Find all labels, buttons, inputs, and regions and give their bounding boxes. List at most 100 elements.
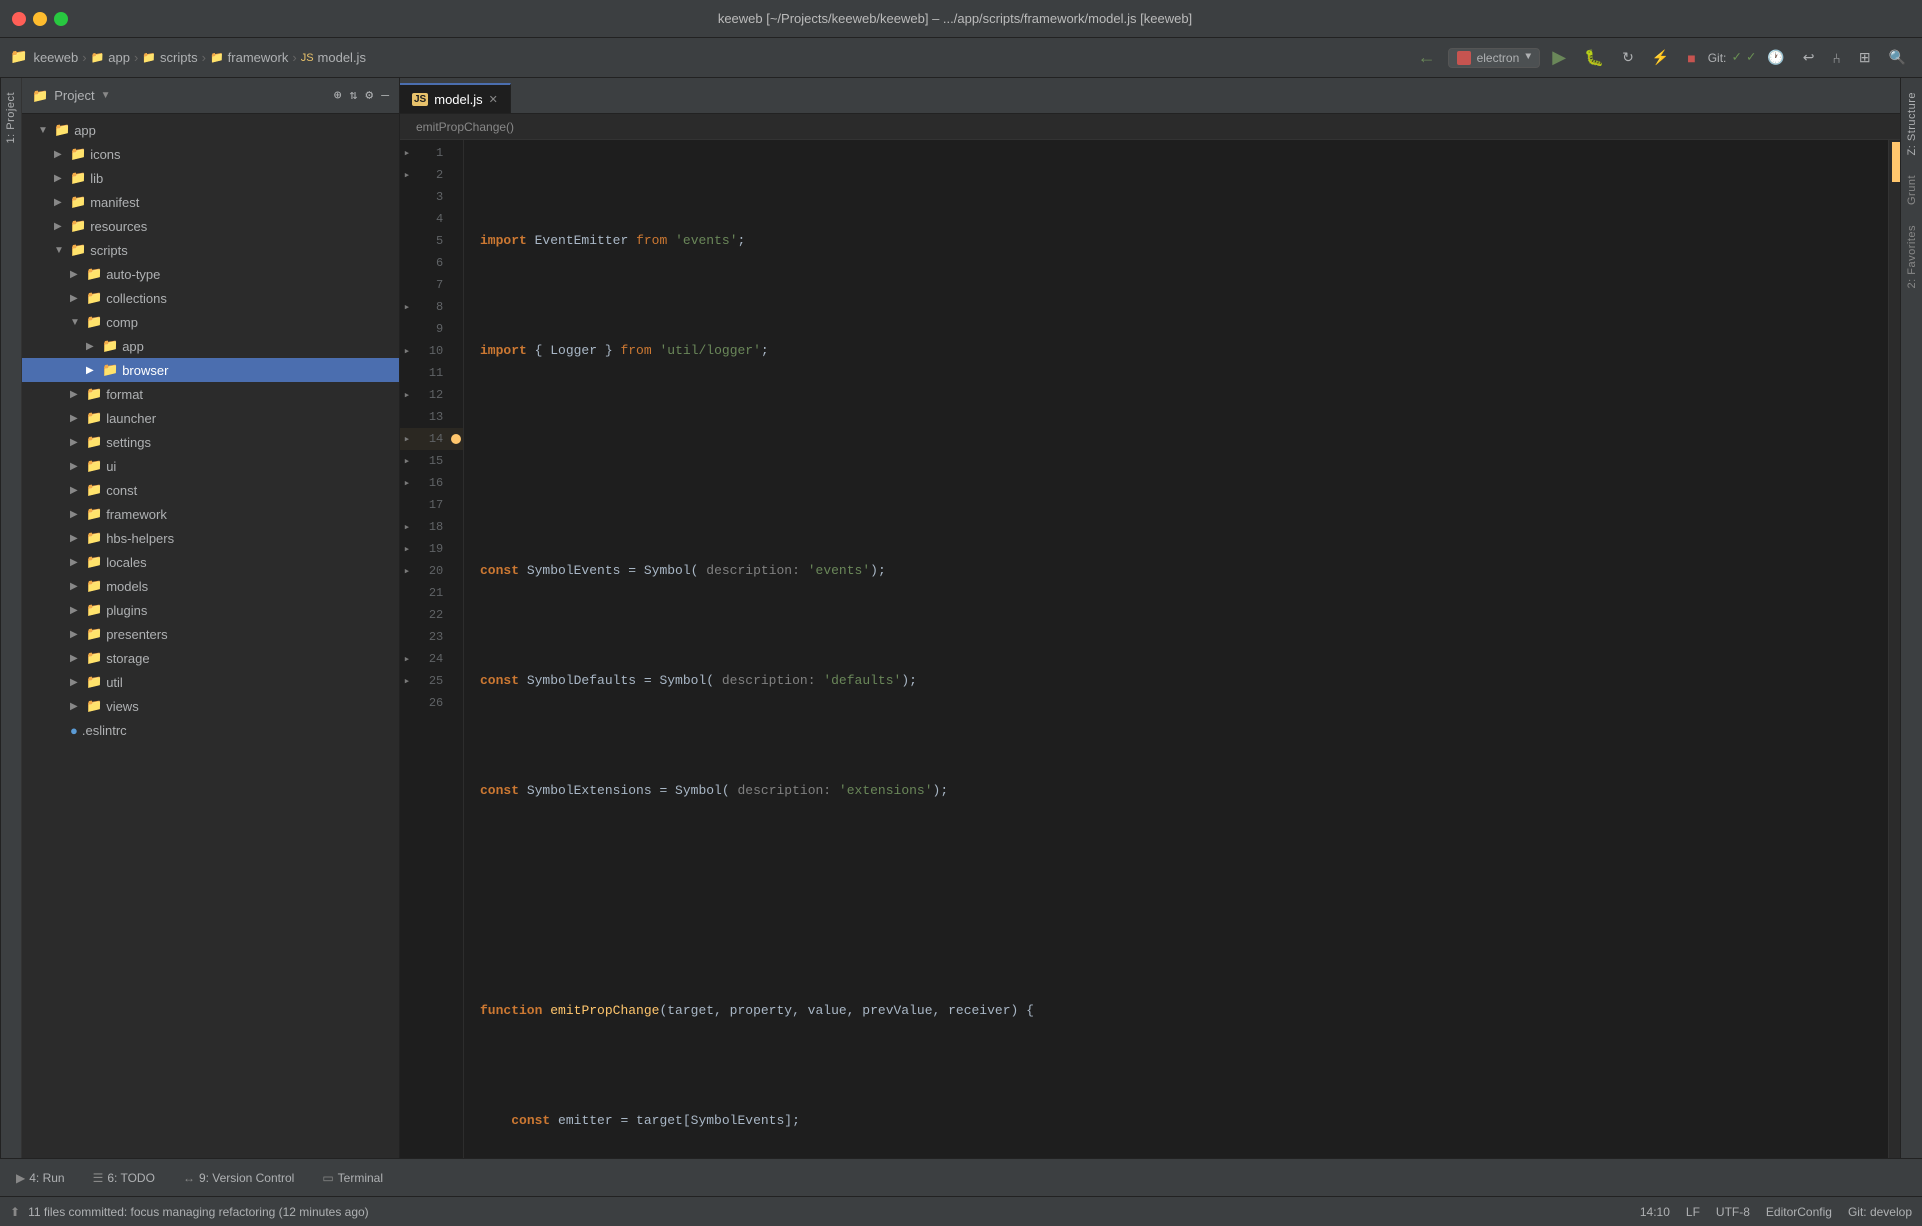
tree-item-app[interactable]: ▼ 📁 app — [22, 118, 399, 142]
bottom-toolbar: ▶ 4: Run ☰ 6: TODO ↔ 9: Version Control … — [0, 1158, 1922, 1196]
stop-button[interactable]: ■ — [1681, 47, 1701, 69]
window-minimize-button[interactable] — [33, 12, 47, 26]
tree-item-label: presenters — [106, 627, 167, 642]
tab-close-button[interactable]: ✕ — [489, 93, 498, 106]
tree-item-label: auto-type — [106, 267, 160, 282]
git-check-icon: ✓ — [1732, 49, 1740, 66]
vc-btn-label: 9: Version Control — [199, 1171, 294, 1185]
tree-item-label: scripts — [90, 243, 128, 258]
tree-item-lib[interactable]: ▶ 📁 lib — [22, 166, 399, 190]
sidebar-dropdown-icon[interactable]: ▼ — [101, 90, 111, 101]
title-bar: keeweb [~/Projects/keeweb/keeweb] – .../… — [0, 0, 1922, 38]
editor-breadcrumb: emitPropChange() — [400, 114, 1900, 140]
folder-icon: 📁 — [86, 578, 102, 594]
expand-arrow: ▼ — [54, 245, 70, 256]
terminal-toolbar-btn[interactable]: ▭ Terminal — [316, 1168, 389, 1188]
code-line-3 — [464, 450, 1888, 472]
tab-grunt[interactable]: Grunt — [1904, 165, 1920, 215]
git-history-button[interactable]: 🕐 — [1761, 46, 1790, 69]
tree-item-launcher[interactable]: ▶ 📁 launcher — [22, 406, 399, 430]
tree-item-framework[interactable]: ▶ 📁 framework — [22, 502, 399, 526]
line-ending-display: LF — [1686, 1205, 1700, 1219]
sidebar: 📁 Project ▼ ⊕ ⇅ ⚙ — ▼ 📁 app ▶ 📁 — [22, 78, 400, 1158]
status-bar: ⬆ 11 files committed: focus managing ref… — [0, 1196, 1922, 1226]
folder-icon: 📁 — [10, 49, 27, 66]
folder-icon: 📁 — [102, 338, 118, 354]
tree-item-eslintrc[interactable]: ▶ ● .eslintrc — [22, 718, 399, 742]
folder-icon: 📁 — [70, 242, 86, 258]
tree-item-label: .eslintrc — [82, 723, 127, 738]
run-toolbar-btn[interactable]: ▶ 4: Run — [10, 1168, 71, 1188]
back-button[interactable]: ← — [1412, 44, 1442, 71]
tree-item-label: manifest — [90, 195, 139, 210]
tree-item-plugins[interactable]: ▶ 📁 plugins — [22, 598, 399, 622]
expand-arrow: ▶ — [70, 701, 86, 712]
editor-area: JS model.js ✕ emitPropChange() ▸ 1 ▸ — [400, 78, 1900, 1158]
sidebar-close-icon[interactable]: — — [381, 88, 389, 103]
tree-item-label: launcher — [106, 411, 156, 426]
status-right: 14:10 LF UTF-8 EditorConfig Git: develop — [1640, 1205, 1912, 1219]
tree-item-autotype[interactable]: ▶ 📁 auto-type — [22, 262, 399, 286]
tree-item-label: lib — [90, 171, 103, 186]
profiler-button[interactable]: ⚡ — [1646, 46, 1675, 69]
sidebar-settings-icon[interactable]: ⚙ — [365, 88, 373, 103]
tree-item-settings[interactable]: ▶ 📁 settings — [22, 430, 399, 454]
right-scrollbar[interactable] — [1888, 140, 1900, 1158]
tree-item-comp-app[interactable]: ▶ 📁 app — [22, 334, 399, 358]
folder-icon: 📁 — [86, 290, 102, 306]
tab-structure[interactable]: Z: Structure — [1904, 82, 1920, 165]
tree-item-comp[interactable]: ▼ 📁 comp — [22, 310, 399, 334]
window-maximize-button[interactable] — [54, 12, 68, 26]
tree-item-scripts[interactable]: ▼ 📁 scripts — [22, 238, 399, 262]
tree-item-resources[interactable]: ▶ 📁 resources — [22, 214, 399, 238]
tree-item-comp-browser[interactable]: ▶ 📁 browser — [22, 358, 399, 382]
tree-item-ui[interactable]: ▶ 📁 ui — [22, 454, 399, 478]
breadcrumb-keeweb[interactable]: keeweb — [33, 50, 78, 65]
window-close-button[interactable] — [12, 12, 26, 26]
tree-item-views[interactable]: ▶ 📁 views — [22, 694, 399, 718]
breadcrumb-modeljs[interactable]: model.js — [318, 50, 366, 65]
sidebar-locate-icon[interactable]: ⊕ — [334, 88, 342, 103]
code-line-4: const SymbolEvents = Symbol( description… — [464, 560, 1888, 582]
folder-icon: 📁 — [86, 458, 102, 474]
tree-item-label: util — [106, 675, 123, 690]
breadcrumb-framework[interactable]: framework — [228, 50, 289, 65]
tree-item-util[interactable]: ▶ 📁 util — [22, 670, 399, 694]
tree-item-icons[interactable]: ▶ 📁 icons — [22, 142, 399, 166]
git-rollback-button[interactable]: ↩ — [1797, 46, 1821, 69]
tab-favorites[interactable]: 2: Favorites — [1904, 215, 1920, 298]
editor-tab-modeljs[interactable]: JS model.js ✕ — [400, 83, 511, 113]
tree-item-const[interactable]: ▶ 📁 const — [22, 478, 399, 502]
time-display: 14:10 — [1640, 1205, 1670, 1219]
tree-item-label: plugins — [106, 603, 147, 618]
version-control-toolbar-btn[interactable]: ↔ 9: Version Control — [177, 1168, 300, 1188]
tree-item-storage[interactable]: ▶ 📁 storage — [22, 646, 399, 670]
breadcrumb-app[interactable]: app — [108, 50, 130, 65]
tree-item-collections[interactable]: ▶ 📁 collections — [22, 286, 399, 310]
tree-item-presenters[interactable]: ▶ 📁 presenters — [22, 622, 399, 646]
tree-item-manifest[interactable]: ▶ 📁 manifest — [22, 190, 399, 214]
sidebar-header: 📁 Project ▼ ⊕ ⇅ ⚙ — — [22, 78, 399, 114]
right-side-tabs: Z: Structure Grunt 2: Favorites — [1900, 78, 1922, 1158]
breadcrumb-scripts[interactable]: scripts — [160, 50, 198, 65]
sidebar-collapse-icon[interactable]: ⇅ — [350, 88, 358, 103]
run-button[interactable]: ▶ — [1546, 44, 1572, 71]
code-content[interactable]: import EventEmitter from 'events'; impor… — [464, 140, 1888, 1158]
tree-item-hbs-helpers[interactable]: ▶ 📁 hbs-helpers — [22, 526, 399, 550]
tree-item-label: const — [106, 483, 137, 498]
tree-item-label: resources — [90, 219, 147, 234]
debug-button[interactable]: 🐛 — [1578, 45, 1610, 71]
vc-btn-icon: ↔ — [183, 1171, 195, 1185]
file-icon: ● — [70, 723, 78, 738]
search-button[interactable]: 🔍 — [1883, 46, 1912, 69]
layout-button[interactable]: ⊞ — [1853, 46, 1877, 69]
tab-project[interactable]: 1: Project — [3, 82, 19, 153]
git-branches-button[interactable]: ⑃ — [1826, 47, 1846, 69]
tree-item-format[interactable]: ▶ 📁 format — [22, 382, 399, 406]
tree-item-models[interactable]: ▶ 📁 models — [22, 574, 399, 598]
tree-item-locales[interactable]: ▶ 📁 locales — [22, 550, 399, 574]
restart-button[interactable]: ↻ — [1616, 46, 1640, 69]
run-config[interactable]: electron ▼ — [1448, 48, 1541, 68]
editor-tabs: JS model.js ✕ — [400, 78, 1900, 114]
todo-toolbar-btn[interactable]: ☰ 6: TODO — [87, 1168, 161, 1188]
